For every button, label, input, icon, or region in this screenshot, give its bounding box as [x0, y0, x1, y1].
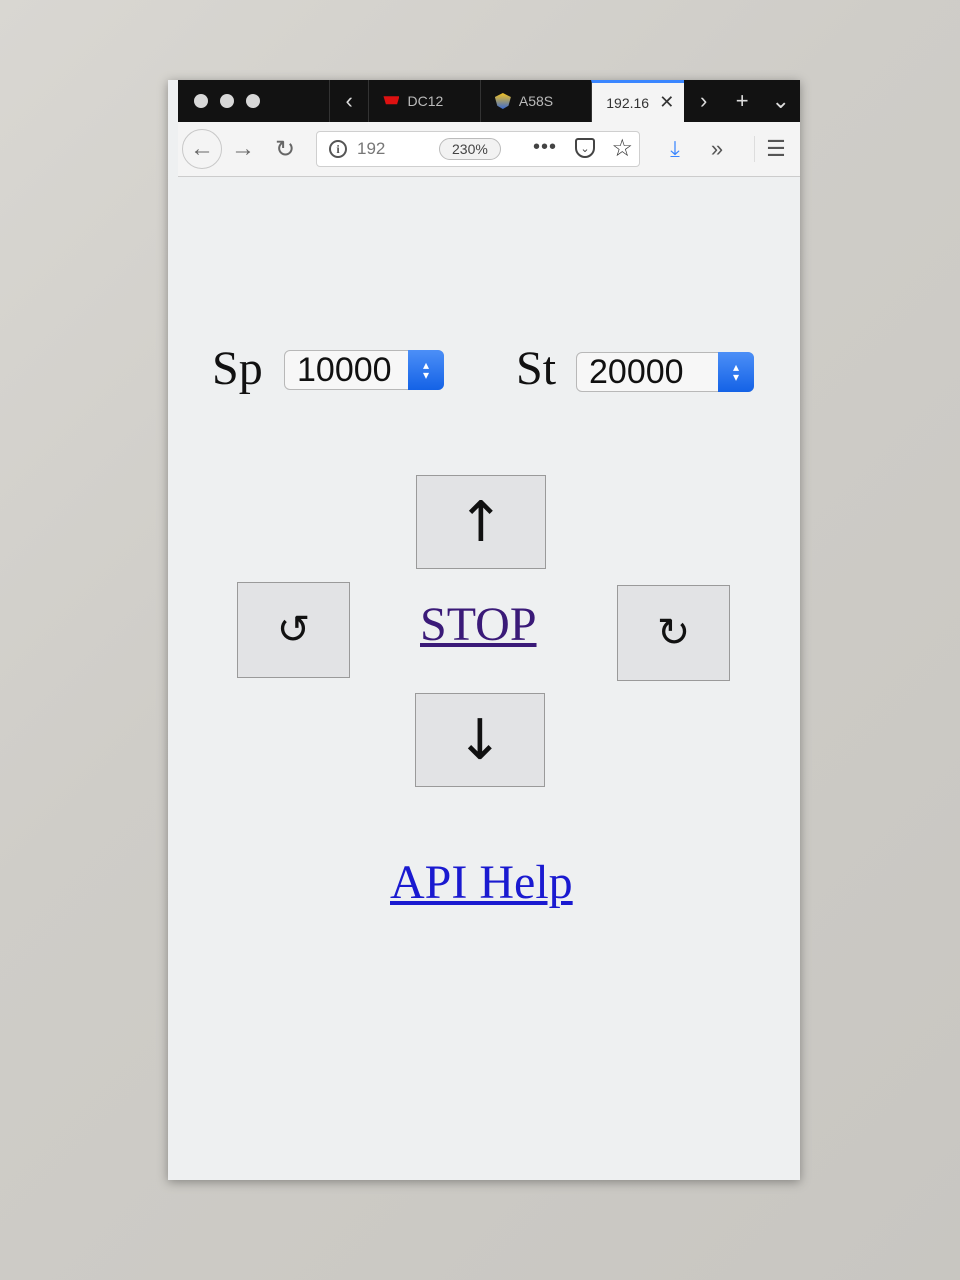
pocket-icon[interactable]: ⌄	[575, 138, 595, 158]
reload-icon[interactable]: ↻	[264, 128, 306, 170]
tab-label: DC12	[407, 93, 444, 109]
rotate-left-button[interactable]: ↺	[237, 582, 350, 678]
close-icon[interactable]: ✕	[659, 92, 674, 113]
steps-value: 20000	[589, 352, 684, 391]
minimize-window-dot[interactable]	[220, 94, 234, 108]
page-content: Sp 10000 ▴ ▾ St 20000 ▴ ▾ ↑ ↺ STOP ↻ ↓ API…	[168, 177, 800, 1180]
url-bar[interactable]: i 192 230% ••• ⌄ ☆	[316, 131, 640, 167]
tab-active[interactable]: 192.16 ✕	[591, 80, 685, 122]
backward-button[interactable]: ↓	[415, 693, 545, 787]
maximize-window-dot[interactable]	[246, 94, 260, 108]
speed-label: Sp	[212, 342, 263, 395]
tab-bar: ‹ DC12 A58S 192.16 ✕ › + ⌄	[178, 80, 800, 122]
tab-scroll-right-icon[interactable]: ›	[684, 80, 723, 122]
down-arrow-icon: ↓	[456, 707, 504, 773]
back-arrow-icon[interactable]: ←	[182, 129, 222, 169]
overflow-chevrons-icon[interactable]: »	[696, 136, 738, 162]
steps-select[interactable]: 20000 ▴ ▾	[576, 352, 754, 392]
browser-window: ‹ DC12 A58S 192.16 ✕ › + ⌄ ← → ↻ i 192 2…	[168, 80, 800, 1180]
tab-label: A58S	[518, 93, 554, 109]
tab-scroll-left-icon[interactable]: ‹	[328, 80, 369, 122]
select-stepper-icon: ▴ ▾	[408, 350, 444, 390]
select-stepper-icon: ▴ ▾	[718, 352, 754, 392]
forward-button[interactable]: ↑	[416, 475, 546, 569]
info-icon[interactable]: i	[329, 140, 347, 158]
forward-arrow-icon[interactable]: →	[222, 128, 264, 170]
stop-link[interactable]: STOP	[420, 597, 537, 652]
api-help-link[interactable]: API Help	[390, 855, 573, 910]
window-controls	[178, 80, 329, 122]
shopping-cart-icon	[383, 96, 400, 105]
tab-a58s[interactable]: A58S	[479, 80, 591, 122]
tab-list-icon[interactable]: ⌄	[761, 80, 800, 122]
rotate-right-icon: ↻	[656, 610, 691, 656]
rotate-left-icon: ↺	[276, 607, 311, 653]
tab-dc12[interactable]: DC12	[368, 80, 479, 122]
speed-select[interactable]: 10000 ▴ ▾	[284, 350, 444, 390]
nav-bar: ← → ↻ i 192 230% ••• ⌄ ☆ ⤓ » ☰	[178, 122, 800, 177]
speed-value: 10000	[297, 350, 392, 389]
more-actions-icon[interactable]: •••	[533, 136, 557, 159]
close-window-dot[interactable]	[194, 94, 208, 108]
new-tab-icon[interactable]: +	[723, 80, 762, 122]
zoom-badge[interactable]: 230%	[439, 138, 501, 160]
up-arrow-icon: ↑	[457, 489, 505, 555]
tab-label: 192.16	[606, 94, 650, 111]
rotate-right-button[interactable]: ↻	[617, 585, 730, 681]
hamburger-menu-icon[interactable]: ☰	[754, 136, 797, 162]
bookmark-star-icon[interactable]: ☆	[611, 134, 633, 163]
url-text: 192	[357, 139, 386, 158]
shield-icon	[494, 93, 511, 109]
steps-label: St	[516, 342, 557, 395]
download-icon[interactable]: ⤓	[654, 136, 696, 162]
